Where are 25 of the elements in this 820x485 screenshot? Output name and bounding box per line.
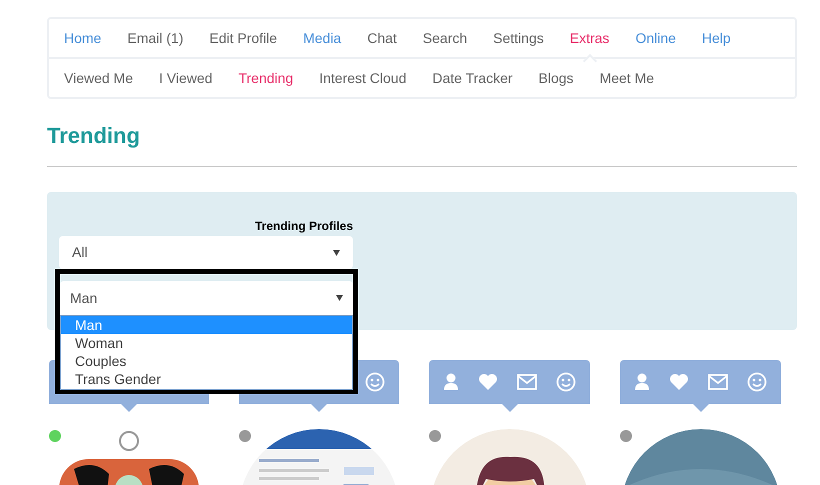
nav-link[interactable]: Media — [290, 28, 354, 48]
dropdown-option[interactable]: Man — [61, 316, 352, 334]
subnav-link[interactable]: Meet Me — [586, 68, 668, 88]
dropdown-option[interactable]: Woman — [61, 334, 352, 352]
subnav-link[interactable]: Viewed Me — [51, 68, 146, 88]
nav-link[interactable]: Chat — [354, 28, 410, 48]
subnav-link[interactable]: Interest Cloud — [306, 68, 420, 88]
nav-link[interactable]: Search — [410, 28, 480, 48]
select-field[interactable]: All — [59, 236, 353, 269]
nav-link[interactable]: Email (1) — [114, 28, 196, 48]
select-field[interactable]: Man — [60, 281, 353, 315]
dropdown-option[interactable]: Trans Gender — [61, 370, 352, 388]
nav-link[interactable]: Settings — [480, 28, 557, 48]
subnav-link[interactable]: Date Tracker — [419, 68, 526, 88]
nav-link[interactable]: Edit Profile — [196, 28, 290, 48]
dropdown-option[interactable]: Couples — [61, 352, 352, 370]
nav-link[interactable]: Extras — [556, 28, 622, 48]
page-title: Trending — [47, 122, 141, 150]
nav-link[interactable]: Online — [622, 28, 689, 48]
subnav-link[interactable]: Blogs — [526, 68, 587, 88]
subnav-link[interactable]: Trending — [225, 68, 306, 88]
subnav-link[interactable]: I Viewed — [146, 68, 226, 88]
nav-link[interactable]: Help — [688, 28, 744, 48]
filter-label: Trending Profiles — [254, 218, 353, 235]
nav-link[interactable]: Home — [51, 28, 114, 48]
